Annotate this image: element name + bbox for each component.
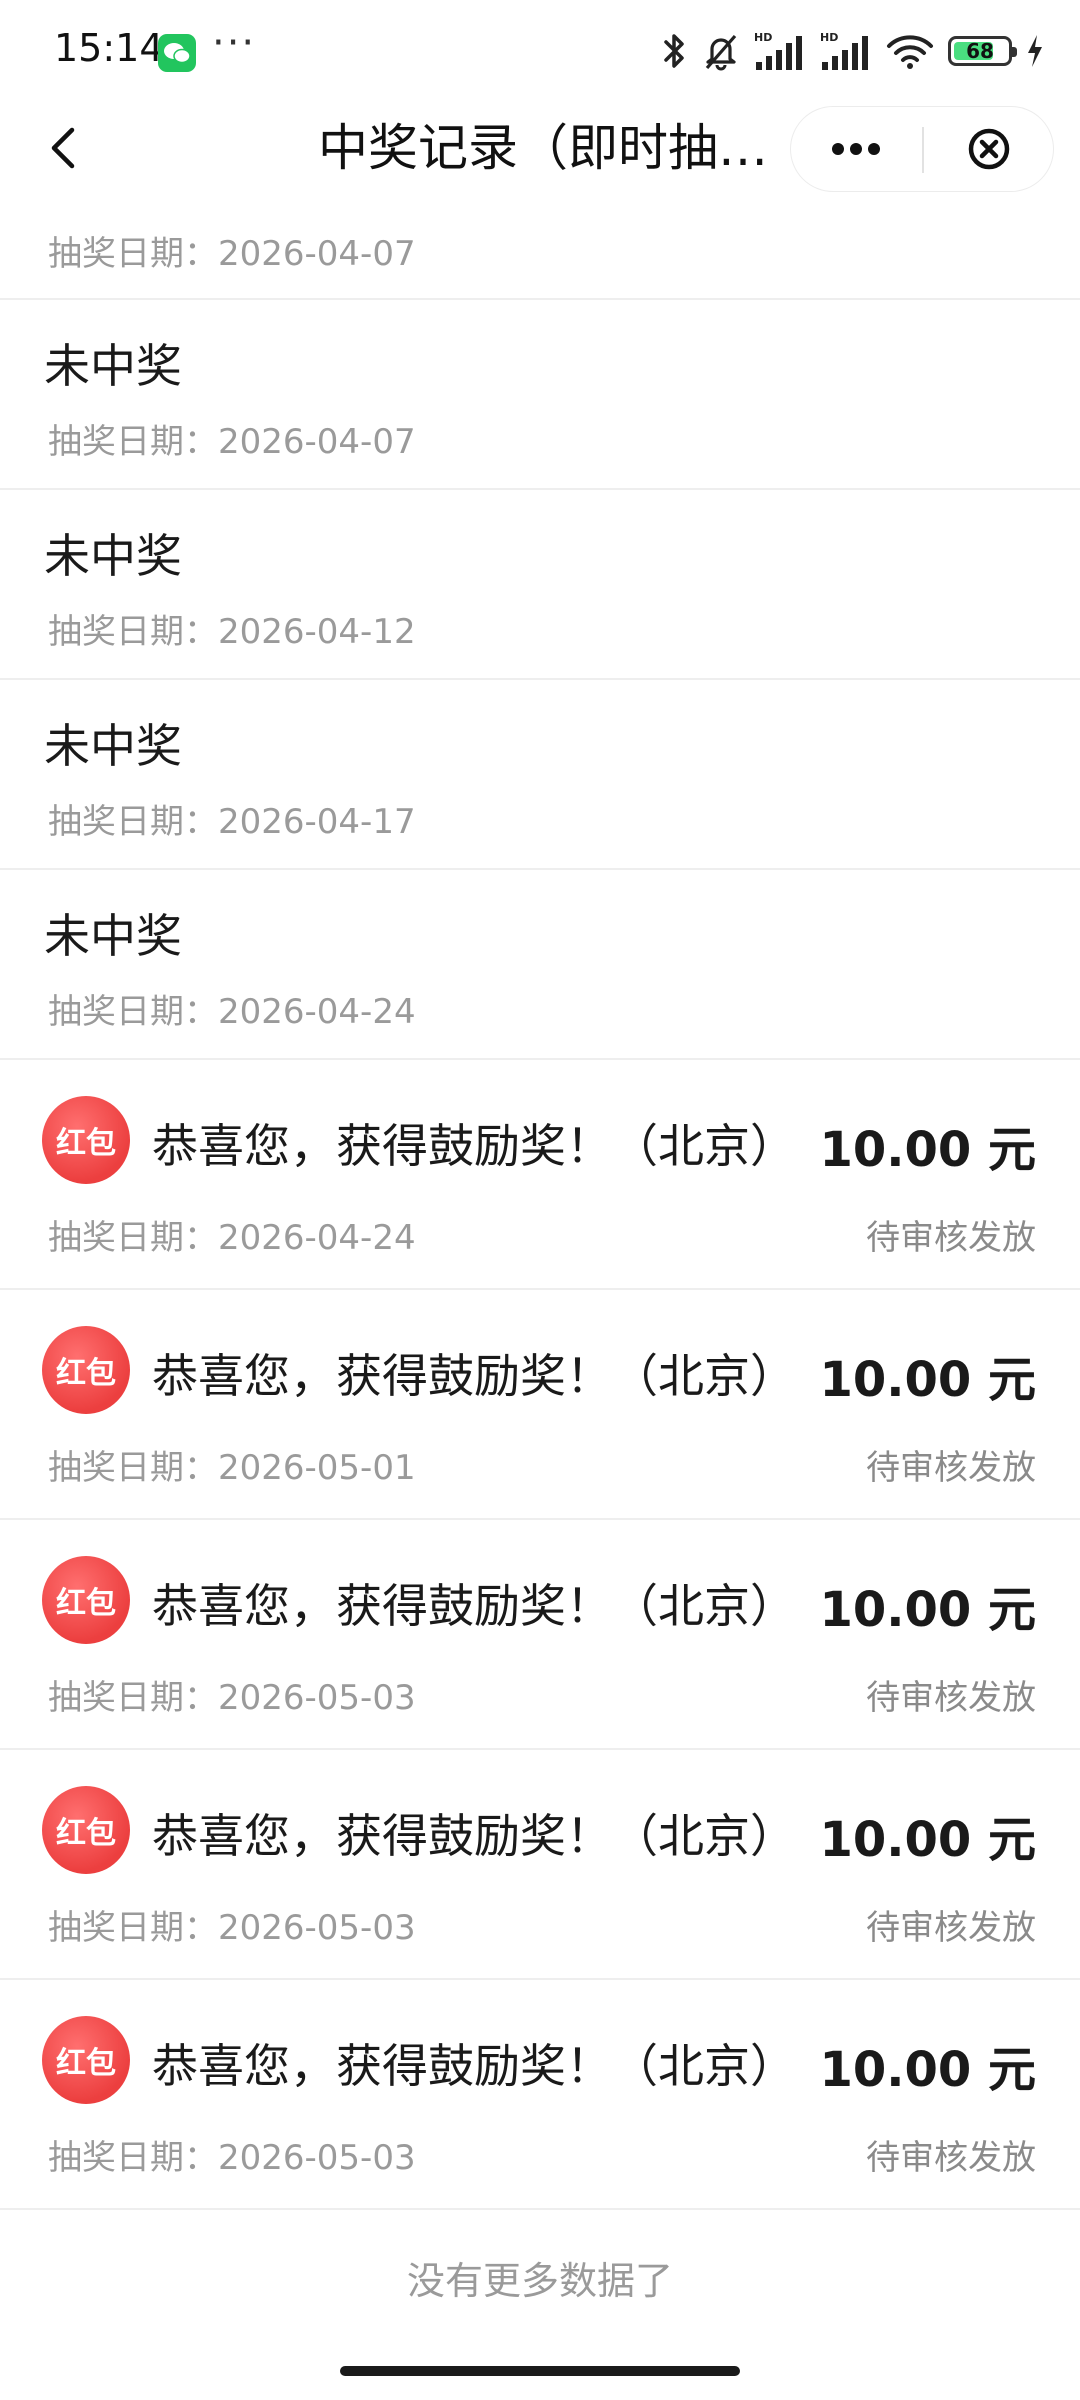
record-row[interactable]: 未中奖 抽奖日期：2026-04-24 [0, 870, 1080, 1060]
record-date: 抽奖日期：2026-04-07 [48, 422, 416, 462]
record-status: 待审核发放 [866, 1448, 1036, 1488]
record-date: 抽奖日期：2026-04-24 [48, 992, 416, 1032]
record-title: 恭喜您，获得鼓励奖！（北京） [152, 2039, 796, 2093]
record-date: 抽奖日期：2026-04-07 [48, 234, 416, 274]
home-indicator[interactable] [340, 2366, 740, 2376]
close-button[interactable] [924, 107, 1054, 191]
page-title: 中奖记录（即时抽… [318, 119, 768, 177]
wechat-icon [158, 34, 196, 72]
record-date: 抽奖日期：2026-04-17 [48, 802, 416, 842]
status-more-dots: ··· [212, 20, 257, 66]
record-row[interactable]: 红包 恭喜您，获得鼓励奖！（北京） 10.00 元 抽奖日期：2026-05-0… [0, 1520, 1080, 1750]
record-date: 抽奖日期：2026-04-24 [48, 1218, 416, 1258]
back-button[interactable] [36, 118, 96, 178]
charging-icon [1028, 35, 1042, 67]
record-status: 待审核发放 [866, 1678, 1036, 1718]
battery-icon: 68 [948, 36, 1017, 66]
more-button[interactable] [791, 107, 921, 191]
status-time: 15:14 [54, 26, 164, 70]
records-list: 抽奖日期：2026-04-07 未中奖 抽奖日期：2026-04-07 未中奖 … [0, 196, 1080, 2210]
svg-text:HD: HD [820, 31, 838, 44]
red-packet-badge: 红包 [42, 1786, 130, 1874]
red-packet-badge: 红包 [42, 2016, 130, 2104]
signal-hd-icon: HD [820, 31, 868, 70]
red-packet-badge: 红包 [42, 1326, 130, 1414]
record-title: 恭喜您，获得鼓励奖！（北京） [152, 1349, 796, 1403]
close-circle-icon [968, 128, 1010, 170]
wifi-icon [887, 35, 933, 69]
mute-bell-icon [705, 34, 737, 71]
record-date: 抽奖日期：2026-05-03 [48, 1678, 416, 1718]
record-row[interactable]: 抽奖日期：2026-04-07 [0, 196, 1080, 300]
record-row[interactable]: 红包 恭喜您，获得鼓励奖！（北京） 10.00 元 抽奖日期：2026-05-0… [0, 1290, 1080, 1520]
record-title: 恭喜您，获得鼓励奖！（北京） [152, 1809, 796, 1863]
record-status: 待审核发放 [866, 2138, 1036, 2178]
red-packet-badge: 红包 [42, 1556, 130, 1644]
battery-level: 68 [966, 39, 994, 63]
record-title: 未中奖 [44, 339, 182, 393]
prize-amount: 10.00 元 [819, 1812, 1036, 1868]
signal-hd-icon: HD [754, 31, 802, 70]
record-date: 抽奖日期：2026-05-03 [48, 2138, 416, 2178]
record-title: 未中奖 [44, 909, 182, 963]
bluetooth-icon [664, 34, 684, 68]
record-row[interactable]: 红包 恭喜您，获得鼓励奖！（北京） 10.00 元 抽奖日期：2026-05-0… [0, 1750, 1080, 1980]
record-title: 未中奖 [44, 529, 182, 583]
status-bar: 15:14 ··· HD HD 68 [0, 0, 1080, 100]
record-title: 恭喜您，获得鼓励奖！（北京） [152, 1579, 796, 1633]
prize-amount: 10.00 元 [819, 1122, 1036, 1178]
svg-text:HD: HD [754, 31, 772, 44]
record-date: 抽奖日期：2026-05-01 [48, 1448, 416, 1488]
more-dots-icon [832, 143, 880, 155]
chevron-left-icon [51, 127, 75, 169]
record-row[interactable]: 未中奖 抽奖日期：2026-04-07 [0, 300, 1080, 490]
record-row[interactable]: 未中奖 抽奖日期：2026-04-17 [0, 680, 1080, 870]
record-title: 未中奖 [44, 719, 182, 773]
record-row[interactable]: 红包 恭喜您，获得鼓励奖！（北京） 10.00 元 抽奖日期：2026-05-0… [0, 1980, 1080, 2210]
nav-bar: 中奖记录（即时抽… [0, 100, 1080, 196]
prize-amount: 10.00 元 [819, 2042, 1036, 2098]
record-row[interactable]: 未中奖 抽奖日期：2026-04-12 [0, 490, 1080, 680]
record-row[interactable]: 红包 恭喜您，获得鼓励奖！（北京） 10.00 元 抽奖日期：2026-04-2… [0, 1060, 1080, 1290]
record-date: 抽奖日期：2026-04-12 [48, 612, 416, 652]
red-packet-badge: 红包 [42, 1096, 130, 1184]
record-title: 恭喜您，获得鼓励奖！（北京） [152, 1119, 796, 1173]
record-status: 待审核发放 [866, 1908, 1036, 1948]
prize-amount: 10.00 元 [819, 1352, 1036, 1408]
prize-amount: 10.00 元 [819, 1582, 1036, 1638]
no-more-data-text: 没有更多数据了 [406, 2259, 673, 2303]
mini-program-capsule [790, 106, 1054, 192]
record-date: 抽奖日期：2026-05-03 [48, 1908, 416, 1948]
battery-cap [1012, 47, 1017, 57]
record-status: 待审核发放 [866, 1218, 1036, 1258]
